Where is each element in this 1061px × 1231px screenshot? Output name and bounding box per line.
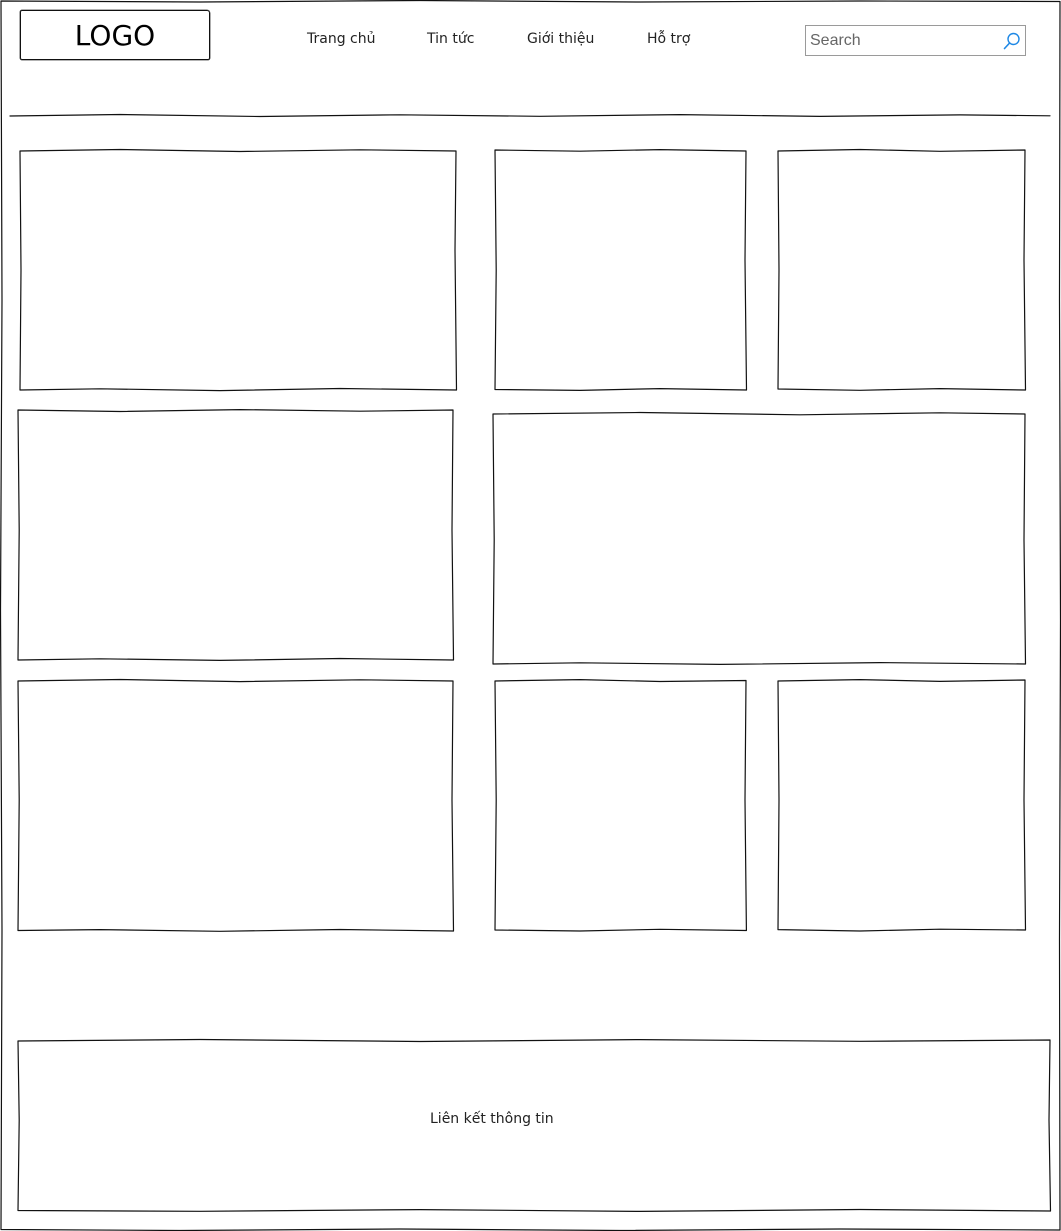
logo-text: LOGO <box>74 18 156 52</box>
content-panel <box>18 681 453 931</box>
content-panel <box>778 681 1025 930</box>
content-panel <box>495 681 746 930</box>
content-panel <box>20 151 456 390</box>
content-panel <box>493 414 1025 664</box>
content-panel <box>495 150 746 390</box>
nav-item-tin-tuc[interactable]: Tin tức <box>427 31 474 47</box>
nav-item-gioi-thieu[interactable]: Giới thiệu <box>527 31 594 47</box>
nav-item-trang-chu[interactable]: Trang chủ <box>307 31 375 47</box>
logo[interactable]: LOGO <box>20 10 210 60</box>
content-panel <box>18 410 453 660</box>
search-box <box>805 25 1026 56</box>
content-panel <box>778 150 1025 390</box>
header-divider <box>9 113 1051 118</box>
wireframe-page: LOGO Trang chủ Tin tức Giới thiệu Hỗ trợ… <box>0 0 1061 1231</box>
footer-links-label[interactable]: Liên kết thông tin <box>430 1111 554 1127</box>
nav-item-ho-tro[interactable]: Hỗ trợ <box>647 31 690 47</box>
search-input[interactable] <box>806 26 1002 55</box>
search-icon[interactable] <box>1002 31 1022 51</box>
